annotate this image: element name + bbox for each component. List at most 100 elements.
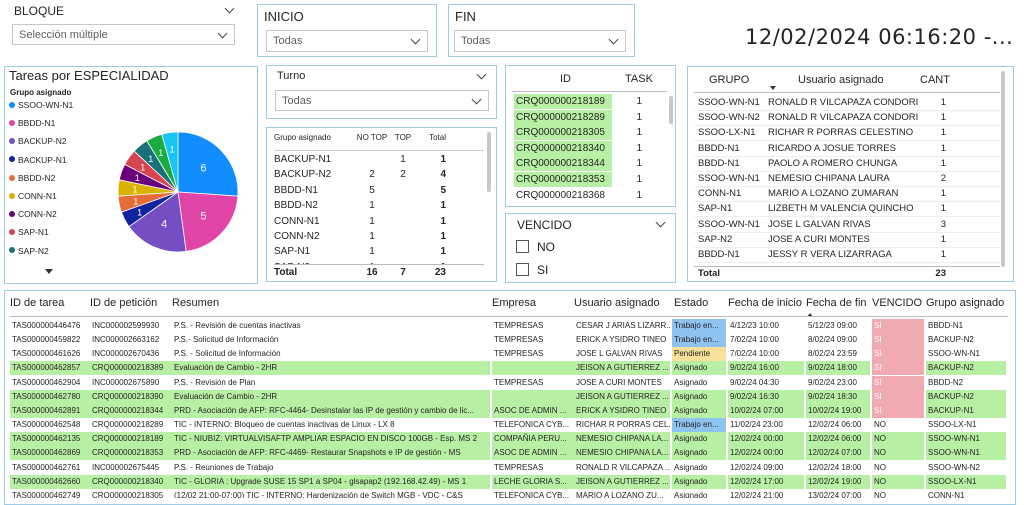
total-label: Total (698, 268, 720, 279)
usuario-row[interactable]: SSOO-WN-N1 JOSE L GALVAN RIVAS 3 (694, 217, 1000, 233)
detail-cell: CRQ000000218353 (90, 446, 172, 461)
inicio-dropdown[interactable]: Todas (266, 30, 428, 52)
detail-cell: Asignado (674, 490, 708, 498)
matrix-cell: 5 (440, 184, 446, 196)
detail-cell: CESAR J ARIAS LIZARR... (576, 321, 670, 330)
detail-cell: 12/02/24 19:00 (806, 474, 870, 489)
id-task-header: ID TASK (512, 69, 667, 92)
detail-row[interactable]: TAS000000462904 INC000002675890 P.S. - Rev… (10, 375, 1008, 390)
id-task-scrollbar[interactable] (669, 96, 673, 124)
detail-row[interactable]: TAS000000462780 CRQ000000218390 Evaluación… (10, 389, 1008, 404)
turno-dropdown[interactable]: Todas (275, 90, 489, 111)
detail-row[interactable]: TAS000000462135 CRQ000000218189 TIC - NIUB… (10, 432, 1008, 447)
legend-item[interactable]: SSOO-WN-N1 (9, 99, 99, 117)
legend-label: BACKUP-N1 (18, 154, 67, 165)
cant-cell: 1 (940, 249, 946, 260)
detail-cell: JOSE L GALVAN RIVAS (576, 349, 663, 359)
pie-data-label: 1 (140, 163, 145, 173)
detail-row[interactable]: TAS000000446476 INC000002599930 P.S. - Rev… (10, 319, 1008, 333)
fin-dropdown[interactable]: Todas (454, 30, 626, 52)
legend-dot-icon (9, 174, 15, 181)
cant-cell: 2 (940, 173, 946, 184)
legend-item[interactable]: BACKUP-N2 (9, 135, 99, 153)
detail-cell: NO (874, 490, 886, 498)
detail-row[interactable]: TAS000000462891 CRQ000000218344 PRD - Asoc… (10, 403, 1008, 418)
legend-item[interactable]: BBDD-N1 (9, 117, 99, 135)
id-task-row[interactable]: CRQ000000218344 1 (512, 156, 667, 172)
usuario-row[interactable]: SAP-N1 LIZBETH M VALENCIA QUINCHO 1 (694, 201, 1000, 218)
usuario-row[interactable]: SSOO-WN-N1 RONALD R VILCAPAZA CONDORI 1 (694, 95, 1000, 111)
turno-slicer: Turno Todas (266, 65, 497, 119)
detail-row[interactable]: TAS000000462761 INC000002675445 P.S. - Reu… (10, 461, 1008, 475)
turno-collapse-icon[interactable] (476, 69, 487, 80)
bloque-slicer: BLOQUE Selección múltiple (6, 0, 240, 48)
usuario-row[interactable]: SSOO-LX-N1 RICHAR R PORRAS CELESTINO 1 (694, 125, 1000, 142)
detail-cell: TAS000000462891 (10, 403, 90, 418)
detail-cell: RONALD R VILCAPAZA ... (576, 462, 670, 472)
pie-chart[interactable]: 6541111111 1 (115, 129, 241, 255)
detail-cell: TAS000000461626 (12, 349, 81, 359)
usuario-total-row: Total 23 (694, 266, 1000, 280)
legend-item[interactable]: BACKUP-N1 (9, 154, 99, 172)
matrix-cell: 1 (440, 200, 446, 212)
id-cell: CRQ000000218189 (514, 94, 612, 109)
id-task-row[interactable]: CRQ000000218368 1 (512, 188, 667, 203)
detail-cell: 7/02/24 10:00 (730, 349, 779, 359)
checkbox-icon[interactable] (516, 240, 529, 254)
matrix-scrollbar[interactable] (487, 132, 491, 192)
detail-row[interactable]: TAS000000462857 CRQ000000218389 Evaluación… (10, 361, 1008, 376)
id-task-row[interactable]: CRQ000000218305 1 (512, 125, 667, 141)
legend-item[interactable]: SAP-N2 (9, 245, 99, 263)
sort-desc-icon[interactable] (770, 86, 776, 90)
detail-cell: 9/02/24 18:00 (806, 361, 870, 376)
legend-item[interactable]: SAP-N1 (9, 226, 99, 244)
id-task-row[interactable]: CRQ000000218189 1 (512, 94, 667, 109)
usuario-row[interactable]: SSOO-WN-N1 NEMESIO CHIPANA LAURA 2 (694, 171, 1000, 187)
vencido-option-no[interactable]: NO (516, 239, 555, 254)
bloque-dropdown[interactable]: Selección múltiple (12, 24, 235, 45)
pie-data-label: 1 (148, 154, 153, 164)
detail-cell: JEISON A GUTIERREZ ... (574, 389, 670, 404)
legend-scroll-down-icon[interactable] (45, 269, 53, 274)
usuario-scrollbar[interactable] (1001, 71, 1005, 267)
pie-data-label: 4 (161, 218, 167, 230)
matrix-cell: 1 (440, 215, 446, 227)
legend-item[interactable]: BBDD-N2 (9, 172, 99, 190)
usuario-row[interactable]: SSOO-WN-N2 RONALD R VILCAPAZA CONDORI 1 (694, 110, 1000, 127)
id-cell: CRQ000000218353 (514, 172, 612, 187)
usuario-row[interactable]: BBDD-N1 JESSY R VERA LIZARRAGA 1 (694, 247, 1000, 263)
checkbox-icon[interactable] (516, 263, 529, 277)
detail-row[interactable]: TAS000000462869 CRQ000000218353 PRD - Asoc… (10, 446, 1008, 461)
legend-item[interactable]: CONN-N1 (9, 190, 99, 208)
usuario-row[interactable]: SAP-N2 JOSE A CURI MONTES 1 (694, 232, 1000, 248)
id-task-row[interactable]: CRQ000000218289 1 (512, 109, 667, 125)
id-task-row[interactable]: CRQ000000218340 1 (512, 140, 667, 156)
matrix-cell: 1 (440, 231, 446, 242)
vencido-collapse-icon[interactable] (655, 217, 666, 228)
usuario-row[interactable]: CONN-N1 MARIO A LOZANO ZUMARAN 1 (694, 186, 1000, 203)
detail-row[interactable]: TAS000000459822 INC000002663162 P.S.- Soli… (10, 333, 1008, 348)
detail-cell: MARIO A LOZANO ZU... (576, 490, 664, 498)
detail-row[interactable]: TAS000000462548 CRQ000000218289 TIC - INTE… (10, 418, 1008, 433)
pie-slice[interactable] (177, 131, 239, 197)
detail-row[interactable]: TAS000000462749 CRQ000000218305 (12/02 21:… (10, 489, 1008, 498)
task-cell: 1 (636, 142, 642, 154)
usuario-row[interactable]: BBDD-N1 RICARDO A JOSUE TORRES 1 (694, 141, 1000, 157)
id-task-row[interactable]: CRQ000000218353 1 (512, 172, 667, 187)
vencido-option-si[interactable]: SI (516, 262, 548, 277)
detail-row[interactable]: TAS000000462660 CRQ000000218340 TIC - GLOR… (10, 474, 1008, 489)
usuario-row[interactable]: BBDD-N1 PAOLO A ROMERO CHUNGA 1 (694, 156, 1000, 172)
detail-cell: TAS000000462904 (12, 377, 81, 387)
detail-row[interactable]: TAS000000461626 INC000002670436 P.S. - Sol… (10, 347, 1008, 362)
usuario-cell: RICARDO A JOSUE TORRES (768, 142, 896, 154)
cant-cell: 1 (940, 233, 946, 245)
legend-item[interactable]: CONN-N2 (9, 208, 99, 226)
detail-cell: ERICK A YSIDRO TINEO (574, 403, 670, 418)
bloque-collapse-icon[interactable] (224, 3, 235, 14)
detail-cell: TAS000000462780 (10, 389, 90, 404)
detail-cell: SSOO-WN-N1 (926, 446, 1006, 461)
pie-slice[interactable] (177, 191, 239, 252)
detail-cell: NEMESIO CHIPANA LA... (574, 446, 670, 461)
id-task-card: ID TASK CRQ000000218189 1 CRQ000000218289 1 CR… (505, 65, 676, 207)
detail-cell: INC000002663162 (92, 335, 160, 345)
